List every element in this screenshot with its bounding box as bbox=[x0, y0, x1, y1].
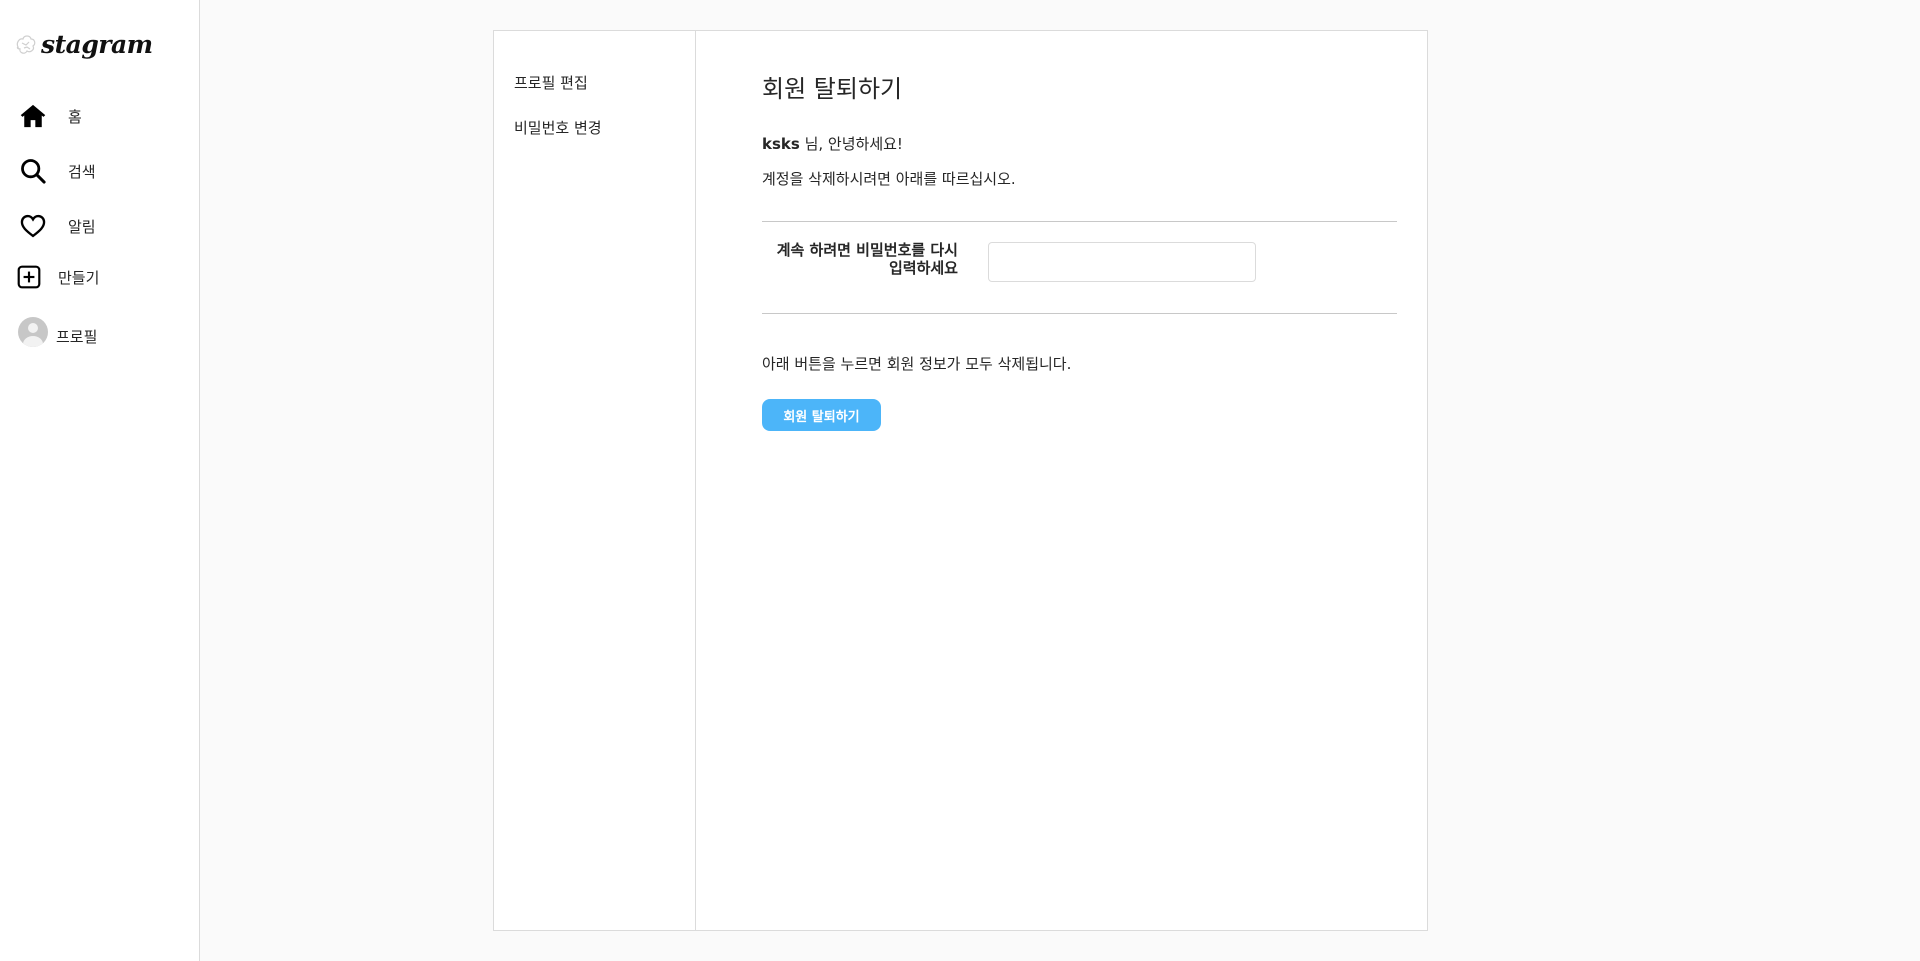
sidebar-item-home[interactable]: 홈 bbox=[18, 101, 82, 131]
sidebar-item-create[interactable]: 만들기 bbox=[14, 262, 99, 292]
sidebar-item-label: 알림 bbox=[68, 217, 96, 236]
username: ksks bbox=[762, 135, 800, 153]
settings-nav-edit-profile[interactable]: 프로필 편집 bbox=[494, 73, 695, 93]
sidebar: stagram 홈 검색 알림 만들기 프로필 bbox=[0, 0, 200, 961]
sidebar-item-search[interactable]: 검색 bbox=[18, 156, 96, 186]
logo[interactable]: stagram bbox=[14, 30, 153, 59]
password-label: 계속 하려면 비밀번호를 다시 입력하세요 bbox=[776, 241, 958, 277]
instruction-text: 계정을 삭제하시려면 아래를 따르십시오. bbox=[762, 170, 1016, 188]
search-icon bbox=[18, 156, 48, 186]
sidebar-item-notifications[interactable]: 알림 bbox=[18, 211, 96, 241]
settings-nav-change-password[interactable]: 비밀번호 변경 bbox=[494, 118, 695, 138]
settings-panel: 프로필 편집 비밀번호 변경 회원 탈퇴하기 ksks 님, 안녕하세요! 계정… bbox=[493, 30, 1428, 931]
divider bbox=[762, 221, 1397, 222]
avatar bbox=[18, 317, 48, 347]
plus-square-icon bbox=[14, 262, 44, 292]
warning-text: 아래 버튼을 누르면 회원 정보가 모두 삭제됩니다. bbox=[762, 355, 1072, 373]
sidebar-item-label: 만들기 bbox=[58, 268, 100, 287]
sidebar-item-profile[interactable]: 프로필 bbox=[18, 317, 97, 347]
page-title: 회원 탈퇴하기 bbox=[762, 75, 903, 103]
logo-icon bbox=[14, 33, 38, 57]
withdraw-content: 회원 탈퇴하기 ksks 님, 안녕하세요! 계정을 삭제하시려면 아래를 따르… bbox=[696, 31, 1427, 930]
logo-text: stagram bbox=[41, 30, 153, 59]
greeting: ksks 님, 안녕하세요! bbox=[762, 133, 903, 154]
delete-account-button[interactable]: 회원 탈퇴하기 bbox=[762, 399, 881, 431]
divider bbox=[762, 313, 1397, 314]
sidebar-item-label: 프로필 bbox=[56, 327, 98, 346]
settings-nav: 프로필 편집 비밀번호 변경 bbox=[494, 31, 696, 930]
home-icon bbox=[18, 101, 48, 131]
greeting-text: 님, 안녕하세요! bbox=[799, 135, 903, 153]
password-input[interactable] bbox=[988, 242, 1256, 282]
sidebar-item-label: 검색 bbox=[68, 162, 96, 181]
sidebar-item-label: 홈 bbox=[68, 107, 82, 126]
heart-icon bbox=[18, 211, 48, 241]
